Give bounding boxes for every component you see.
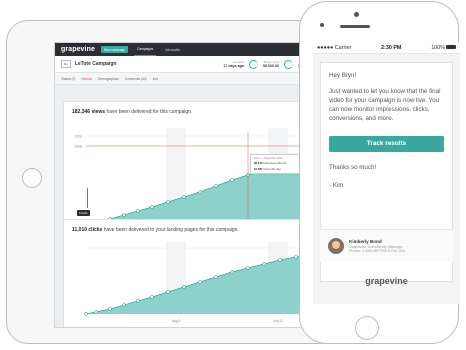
tab-campaigns[interactable]: Campaigns [134, 43, 157, 56]
battery-percent: 100% [431, 44, 445, 51]
data-point[interactable] [166, 200, 170, 204]
data-point[interactable] [230, 270, 234, 274]
data-point[interactable] [262, 262, 266, 266]
data-point[interactable] [278, 258, 282, 262]
clicks-area [86, 254, 315, 314]
clicks-card: 11,010 clicks have been delivered to you… [63, 219, 315, 327]
views-headline: 182,346 views have been delivered for th… [64, 102, 312, 115]
track-results-button[interactable]: Track results [329, 135, 444, 152]
campaign-subtabs: Videos (2) Results Demographics Comments… [55, 73, 315, 85]
tablet-screen: grapevine New campaign Campaigns Advocat… [54, 42, 316, 328]
data-point[interactable] [108, 307, 112, 311]
data-point[interactable] [84, 312, 88, 316]
contact-name: Kimberly Bond [349, 238, 382, 244]
top-navbar: grapevine New campaign Campaigns Advocat… [55, 43, 315, 56]
data-point[interactable] [182, 195, 186, 199]
email-thanks: Thanks so much! [329, 163, 377, 171]
data-point[interactable] [198, 190, 202, 194]
status-bar: ●●●●● Carrier 2:30 PM 100% [313, 42, 460, 54]
y-label-goal: Goal [75, 145, 82, 149]
stat-value: 17 days ago [223, 63, 244, 68]
tooltip-value: 10,587 [254, 166, 263, 171]
data-point[interactable] [214, 275, 218, 279]
front-camera-icon [354, 12, 359, 17]
campaign-header: Re LeTote Campaign Launched 17 days ago … [55, 56, 315, 73]
data-point[interactable] [136, 209, 140, 213]
budget-progress-ring-icon [249, 59, 258, 69]
clicks-count: 11,010 clicks [72, 227, 103, 233]
data-point[interactable] [122, 213, 126, 217]
status-time: 2:30 PM [381, 44, 402, 51]
data-point[interactable] [136, 299, 140, 303]
contact-phone[interactable]: Phone: 1-855-METRICS Ext. 314 [349, 249, 405, 253]
tablet-home-button[interactable] [22, 168, 42, 188]
data-point[interactable] [150, 205, 154, 209]
views-count: 182,346 views [72, 109, 106, 115]
phone-home-button[interactable] [355, 316, 379, 340]
battery-status: 100% [431, 45, 456, 51]
grapevine-logo[interactable]: grapevine [61, 46, 95, 53]
subtab-results[interactable]: Results [81, 77, 92, 81]
x-label: Aug 5 [172, 319, 181, 323]
contact-details: Kimberly Bond Grapevine Community Manage… [349, 239, 405, 253]
back-button[interactable]: Re [61, 60, 71, 68]
subtab-comments[interactable]: Comments (44) [125, 77, 147, 81]
views-progress-ring-icon [284, 59, 293, 69]
carrier-signal: ●●●●● Carrier [317, 44, 352, 51]
contact-role: Grapevine Community Manager [349, 244, 403, 249]
battery-icon [445, 44, 456, 50]
data-point[interactable] [182, 285, 186, 289]
tooltip-label: total views thus far [263, 161, 287, 166]
scene: grapevine New campaign Campaigns Advocat… [0, 0, 466, 350]
data-point[interactable] [294, 255, 298, 259]
clicks-chart: Aug 5 Aug 11 [84, 242, 315, 323]
data-point[interactable] [166, 290, 170, 294]
data-point[interactable] [214, 184, 218, 188]
subtab-videos[interactable]: Videos (2) [61, 77, 75, 81]
sensor-dot-icon [320, 23, 324, 27]
tooltip-date: Day 7 – August 10, 2014 [254, 157, 283, 160]
data-point[interactable] [150, 295, 154, 299]
data-point[interactable] [246, 266, 250, 270]
phone-screen: ●●●●● Carrier 2:30 PM 100% Hey Bryn! Jus… [313, 42, 460, 304]
stat-value: $5,000.00 [263, 63, 279, 68]
subtab-demographics[interactable]: Demographics [98, 77, 119, 81]
data-point[interactable] [122, 303, 126, 307]
tooltip-label: views this day [263, 166, 281, 171]
avatar [328, 238, 344, 254]
clicks-headline: 11,010 clicks have been delivered to you… [64, 220, 312, 233]
tab-advocates[interactable]: Advocates [162, 43, 183, 56]
data-point[interactable] [230, 178, 234, 182]
email-signoff: - Kim [329, 181, 344, 189]
campaign-title: LeTote Campaign [74, 61, 117, 67]
stat-budget: Budget spent $5,000.00 [263, 61, 279, 68]
new-campaign-button[interactable]: New campaign [100, 45, 129, 54]
subtab-info[interactable]: Info [153, 77, 158, 81]
contact-card: Kimberly Bond Grapevine Community Manage… [320, 229, 453, 262]
tooltip-row-day: 10,587 views this day [254, 167, 304, 171]
x-label: Aug 11 [273, 319, 283, 323]
tooltip-row-total: 98,140 total views thus far [254, 161, 304, 165]
email-greeting: Hey Bryn! [329, 72, 357, 79]
earpiece-speaker [340, 25, 370, 28]
data-point[interactable] [198, 280, 202, 284]
clicks-headline-rest: have been delivered to your landing page… [102, 227, 239, 233]
views-headline-rest: have been delivered for this campaign. [105, 109, 193, 115]
data-point[interactable] [94, 310, 98, 314]
grapevine-footer-logo: grapevine [365, 276, 408, 286]
tooltip-value: 98,140 [254, 161, 263, 166]
stat-launched: Launched 17 days ago [223, 61, 244, 68]
connector-line [87, 188, 88, 208]
email-body: Just wanted to let you know that the fin… [329, 88, 441, 122]
y-label-200k: 200k [75, 135, 83, 139]
conversion-badge: 6.04% [77, 210, 90, 216]
